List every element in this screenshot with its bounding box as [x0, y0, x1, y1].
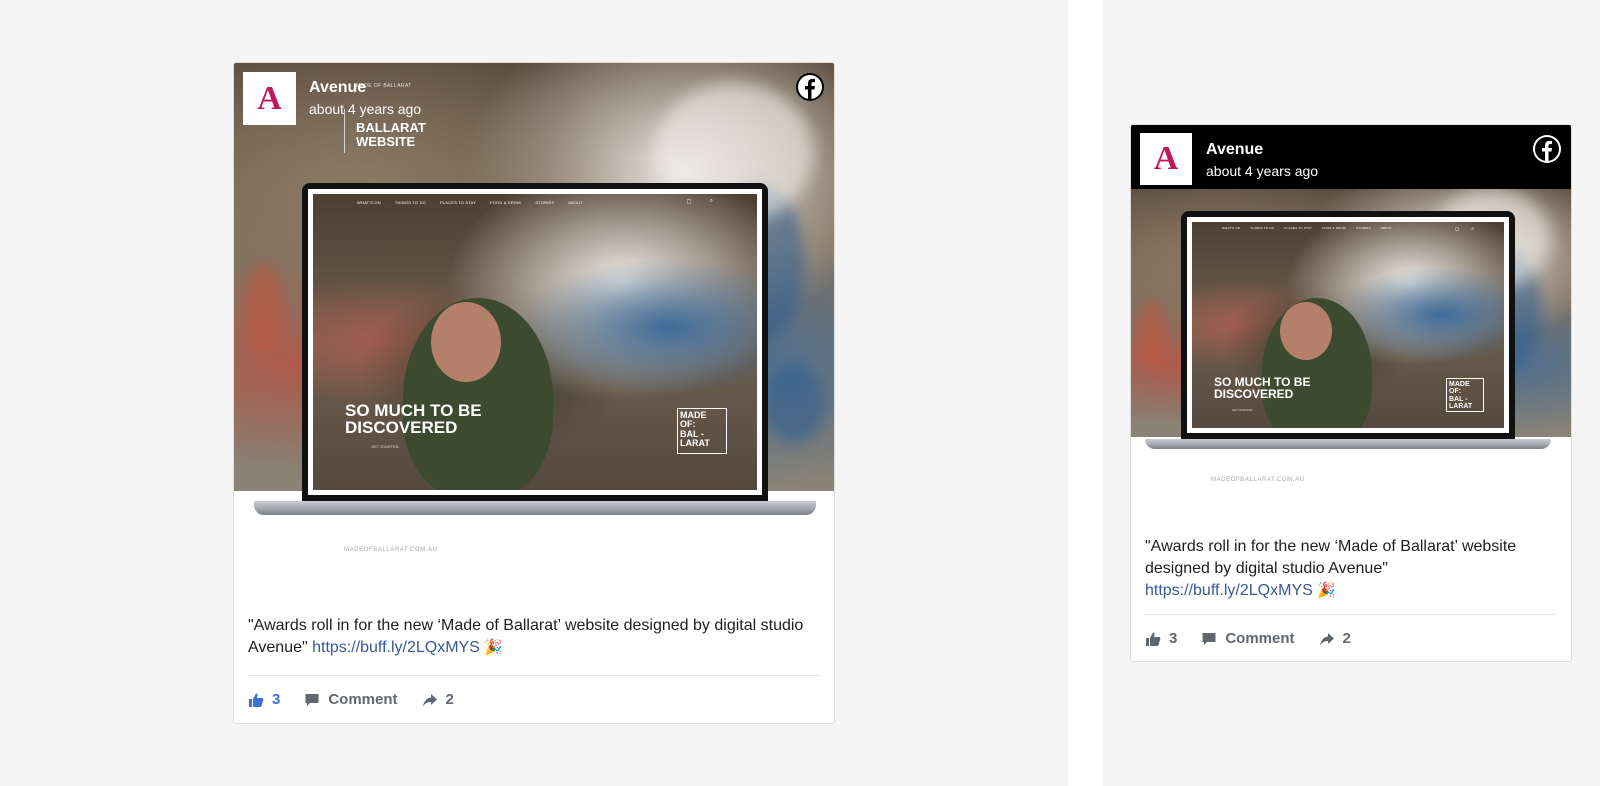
- like-count: 3: [1169, 630, 1178, 647]
- laptop-screen: WHAT'S ON THINGS TO DO PLACES TO STAY FO…: [302, 183, 768, 501]
- site-nav-item: WHAT'S ON: [1222, 226, 1241, 230]
- post-media[interactable]: MADE OF BALLARAT BALLARAT WEBSITE WHAT'S…: [234, 63, 834, 589]
- like-count: 3: [272, 691, 281, 708]
- laptop-base: [254, 501, 816, 515]
- person-head: [1280, 302, 1332, 360]
- laptop-screen: WHAT'S ON THINGS TO DO PLACES TO STAY FO…: [1181, 211, 1515, 439]
- facebook-icon[interactable]: [1532, 134, 1562, 164]
- avenue-logo-icon: A: [1153, 140, 1179, 177]
- comment-label: Comment: [328, 691, 398, 708]
- instagram-icon: ◻: [686, 199, 692, 205]
- comment-button[interactable]: Comment: [304, 691, 398, 708]
- post-actions: 3 Comment 2: [248, 691, 454, 708]
- share-arrow-icon: [1319, 632, 1334, 645]
- post-actions: 3 Comment 2: [1145, 630, 1351, 647]
- hero-subtext: GET STARTED: [1232, 408, 1253, 412]
- made-of-ballarat-badge: MADE OF: BAL - LARAT: [1446, 378, 1484, 412]
- author-name[interactable]: Avenue: [309, 79, 366, 97]
- share-count: 2: [1342, 630, 1351, 647]
- site-nav-item: WHAT'S ON: [357, 200, 381, 205]
- badge-line: MADE: [1449, 381, 1470, 388]
- post-link[interactable]: https://buff.ly/2LQxMYS: [312, 639, 480, 656]
- post-card-large[interactable]: MADE OF BALLARAT BALLARAT WEBSITE WHAT'S…: [233, 62, 835, 724]
- site-nav-item: PLACES TO STAY: [439, 200, 477, 205]
- post-header: A Avenue about 4 years ago: [234, 63, 834, 127]
- party-popper-icon: 🎉: [484, 639, 504, 656]
- post-header: A Avenue about 4 years ago: [1131, 125, 1571, 189]
- avatar[interactable]: A: [243, 72, 296, 125]
- site-nav-item: THINGS TO DO: [1250, 226, 1275, 230]
- made-of-ballarat-badge: MADE OF: BAL - LARAT: [677, 408, 727, 454]
- laptop-base: [1145, 439, 1551, 449]
- hero-subtext: GET STARTED: [371, 444, 399, 449]
- facebook-icon[interactable]: [795, 72, 825, 102]
- comment-button[interactable]: Comment: [1201, 630, 1295, 647]
- thumbs-up-icon: [1146, 632, 1161, 646]
- share-arrow-icon: [422, 693, 437, 706]
- website-screenshot: WHAT'S ON THINGS TO DO PLACES TO STAY FO…: [308, 189, 762, 495]
- search-icon: ⌕: [709, 198, 713, 204]
- search-icon: ⌕: [1471, 226, 1474, 232]
- overlay-title-line-2: WEBSITE: [356, 133, 416, 149]
- site-nav-item: ABOUT: [568, 200, 584, 205]
- post-text: "Awards roll in for the new ‘Made of Bal…: [248, 615, 820, 659]
- hero-line-2: DISCOVERED: [345, 418, 458, 437]
- post-time[interactable]: about 4 years ago: [1206, 163, 1318, 179]
- avatar[interactable]: A: [1140, 133, 1192, 185]
- share-button[interactable]: 2: [1319, 630, 1351, 647]
- share-button[interactable]: 2: [422, 691, 454, 708]
- comment-icon: [305, 693, 319, 706]
- author-name[interactable]: Avenue: [1206, 141, 1263, 159]
- site-nav-item: ABOUT: [1380, 226, 1392, 230]
- column-divider: [1068, 0, 1102, 786]
- badge-line: BAL -: [1449, 395, 1468, 403]
- site-icons: ◻ ⌕: [687, 198, 713, 205]
- site-nav: WHAT'S ON THINGS TO DO PLACES TO STAY FO…: [357, 200, 583, 205]
- avenue-logo-icon: A: [257, 79, 282, 117]
- website-screenshot: WHAT'S ON THINGS TO DO PLACES TO STAY FO…: [1187, 217, 1509, 433]
- site-nav-item: THINGS TO DO: [394, 200, 426, 205]
- party-popper-icon: 🎉: [1317, 582, 1336, 599]
- site-nav-item: STORIES: [535, 200, 555, 205]
- badge-line: OF:: [1449, 388, 1462, 396]
- site-icons: ◻ ⌕: [1455, 226, 1474, 232]
- footer-divider: [1145, 614, 1557, 615]
- like-button[interactable]: 3: [248, 691, 280, 708]
- post-text-body: "Awards roll in for the new ‘Made of Bal…: [1145, 538, 1517, 577]
- like-button[interactable]: 3: [1145, 630, 1177, 647]
- site-nav-item: STORIES: [1356, 226, 1371, 230]
- site-nav-item: FOOD & DRINK: [490, 200, 522, 205]
- badge-line: LARAT: [1449, 403, 1473, 411]
- post-text: "Awards roll in for the new ‘Made of Bal…: [1145, 536, 1557, 602]
- person-head: [431, 302, 501, 382]
- footer-divider: [248, 675, 820, 676]
- post-card-small[interactable]: WHAT'S ON THINGS TO DO PLACES TO STAY FO…: [1130, 124, 1572, 662]
- post-media[interactable]: WHAT'S ON THINGS TO DO PLACES TO STAY FO…: [1131, 189, 1571, 577]
- thumbs-up-icon: [249, 693, 264, 707]
- badge-line: LARAT: [680, 438, 710, 449]
- instagram-icon: ◻: [1455, 226, 1460, 232]
- site-nav: WHAT'S ON THINGS TO DO PLACES TO STAY FO…: [1222, 226, 1392, 230]
- post-link[interactable]: https://buff.ly/2LQxMYS: [1145, 582, 1313, 599]
- url-caption: MADEOFBALLARAT.COM.AU: [1211, 477, 1305, 483]
- hero-text: SO MUCH TO BE DISCOVERED: [1214, 376, 1310, 400]
- post-time[interactable]: about 4 years ago: [309, 101, 421, 117]
- comment-label: Comment: [1225, 630, 1295, 647]
- hero-text: SO MUCH TO BE DISCOVERED: [345, 402, 482, 436]
- hero-line-1: SO MUCH TO BE: [345, 401, 482, 420]
- site-nav-item: FOOD & DRINK: [1322, 226, 1347, 230]
- site-nav-item: PLACES TO STAY: [1284, 226, 1313, 230]
- share-count: 2: [445, 691, 454, 708]
- hero-line-2: DISCOVERED: [1214, 387, 1294, 401]
- url-caption: MADEOFBALLARAT.COM.AU: [344, 547, 438, 553]
- comment-icon: [1202, 632, 1216, 645]
